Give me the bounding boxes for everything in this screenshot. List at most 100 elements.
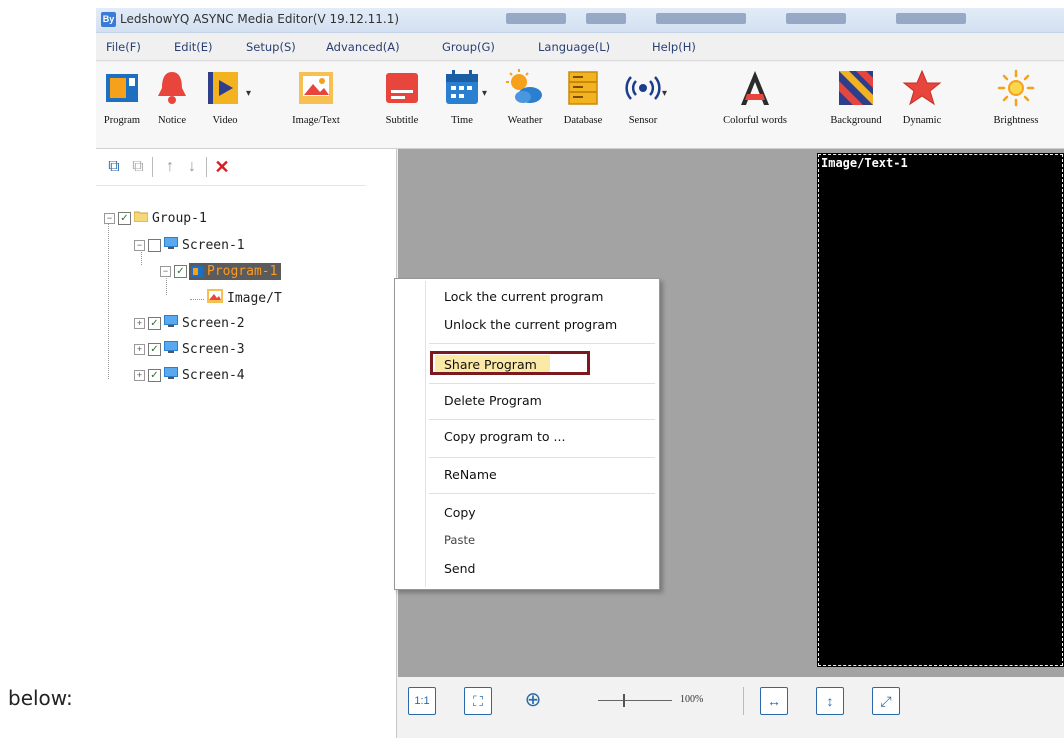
selected-program-highlight: Program-1 [189,263,282,280]
toolbar-background-button[interactable]: Background [824,68,888,126]
toolbar-video-button[interactable]: ▾ Video [200,68,251,126]
app-logo-icon: By [101,12,116,27]
menu-icon-gutter [425,281,426,587]
menu-edit[interactable]: Edit(E) [174,40,213,54]
menu-help[interactable]: Help(H) [652,40,696,54]
main-toolbar: Program Notice ▾ Video Image/Text Subtit… [96,62,1064,149]
blurred-title-area [786,13,846,24]
toolbar-weather-button[interactable]: Weather [500,68,550,126]
menu-separator [429,343,655,344]
tree-node-screen-1[interactable]: − Screen-1 [134,237,245,257]
tree-node-group[interactable]: − ✓ Group-1 [104,211,207,231]
expand-toggle[interactable]: + [134,317,145,329]
tree-toolbar: ⧉ ⧉ ↑ ↓ ✕ [96,149,366,186]
time-dropdown-arrow[interactable]: ▾ [482,88,487,99]
menu-item-paste[interactable]: Paste [444,533,475,547]
database-icon [568,71,598,105]
program-icon [191,266,203,277]
fullscreen-icon[interactable]: ⤢ [872,687,900,715]
toolbar-colorful-words-button[interactable]: Colorful words [720,68,790,126]
colorful-words-icon [741,71,769,105]
screen-4-checkbox[interactable]: ✓ [148,368,161,382]
move-down-icon[interactable]: ↓ [182,157,202,177]
toolbar-image-text-button[interactable]: Image/Text [286,68,346,126]
expand-toggle[interactable]: + [134,343,145,355]
collapse-toggle[interactable]: − [160,266,171,277]
zoom-slider-thumb[interactable] [623,694,625,707]
toolbar-dynamic-label: Dynamic [902,115,942,126]
menu-item-delete-program[interactable]: Delete Program [444,393,542,408]
blurred-title-area [656,13,746,24]
move-up-icon[interactable]: ↑ [160,157,180,177]
menu-item-lock-program[interactable]: Lock the current program [444,289,603,304]
fit-height-icon[interactable]: ↕ [816,687,844,715]
tree-node-screen-3[interactable]: + ✓ Screen-3 [134,341,245,361]
zoom-toolbar: 1:1 ⛶ ⊕ 100% ↔ ↕ ⤢ [398,677,1064,738]
video-dropdown-arrow[interactable]: ▾ [246,88,251,99]
fit-screen-icon[interactable]: ⛶ [464,687,492,715]
toolbar-time-button[interactable]: ▾ Time [436,68,488,126]
program-1-checkbox[interactable]: ✓ [174,265,187,278]
toolbar-video-label: Video [212,115,238,126]
video-icon [208,72,238,104]
tree-connector [190,299,204,300]
weather-icon [506,69,542,103]
delete-icon[interactable]: ✕ [212,157,232,177]
menu-language[interactable]: Language(L) [538,40,610,54]
document-top-text [0,0,1064,8]
preview-area-label: Image/Text-1 [821,156,908,170]
window-title: LedshowYQ ASYNC Media Editor(V 19.12.11.… [120,12,400,26]
copy-icon[interactable]: ⧉ [104,157,124,177]
menu-item-rename[interactable]: ReName [444,467,497,482]
screen-3-checkbox[interactable]: ✓ [148,342,161,356]
toolbar-divider [743,687,744,715]
menu-item-copy-program-to[interactable]: Copy program to ... [444,429,565,444]
menu-item-unlock-program[interactable]: Unlock the current program [444,317,617,332]
menu-group[interactable]: Group(G) [442,40,495,54]
star-icon [902,69,942,106]
menu-file[interactable]: File(F) [106,40,141,54]
toolbar-brightness-label: Brightness [993,115,1039,126]
tree-node-screen-2[interactable]: + ✓ Screen-2 [134,315,245,335]
collapse-toggle[interactable]: − [104,213,115,224]
screen-icon [164,237,178,253]
toolbar-database-button[interactable]: Database [558,68,608,126]
toolbar-notice-button[interactable]: Notice [152,68,192,126]
menu-item-copy[interactable]: Copy [444,505,476,520]
zoom-slider-track[interactable] [598,700,672,701]
sensor-dropdown-arrow[interactable]: ▾ [662,88,667,99]
menu-advanced[interactable]: Advanced(A) [326,40,400,54]
group-checkbox[interactable]: ✓ [118,212,131,225]
subtitle-icon [386,73,418,103]
paste-icon[interactable]: ⧉ [128,157,148,177]
title-bar[interactable]: By LedshowYQ ASYNC Media Editor(V 19.12.… [96,8,1064,33]
toolbar-brightness-button[interactable]: Brightness [986,68,1046,126]
collapse-toggle[interactable]: − [134,239,145,251]
fit-width-icon[interactable]: ↔ [760,687,788,715]
actual-size-icon[interactable]: 1:1 [408,687,436,715]
led-preview-area[interactable]: Image/Text-1 [817,153,1064,667]
expand-toggle[interactable]: + [134,369,145,381]
toolbar-database-label: Database [563,115,603,126]
menu-setup[interactable]: Setup(S) [246,40,296,54]
tree-node-image-text[interactable]: Image/T [204,289,282,309]
image-text-icon [299,72,333,104]
toolbar-sensor-button[interactable]: ▾ Sensor [618,68,668,126]
menu-separator [429,383,655,384]
zoom-in-icon[interactable]: ⊕ [520,687,546,713]
menu-bar: File(F) Edit(E) Setup(S) Advanced(A) Gro… [96,34,1064,61]
tree-screen-1-label: Screen-1 [182,237,245,253]
screen-1-checkbox[interactable] [148,238,161,252]
menu-item-send[interactable]: Send [444,561,475,576]
sensor-icon [625,76,661,100]
toolbar-dynamic-button[interactable]: Dynamic [898,68,946,126]
screen-2-checkbox[interactable]: ✓ [148,316,161,330]
program-tree-panel: ⧉ ⧉ ↑ ↓ ✕ − ✓ Group-1 − Screen-1 − ✓ Program-… [96,149,397,738]
toolbar-program-button[interactable]: Program [100,68,144,126]
tree-node-screen-4[interactable]: + ✓ Screen-4 [134,367,245,387]
menu-separator [429,419,655,420]
menu-item-share-program[interactable]: Share Program [444,357,537,372]
toolbar-time-label: Time [451,115,473,126]
toolbar-subtitle-button[interactable]: Subtitle [380,68,424,126]
tree-node-program-1[interactable]: − ✓ Program-1 [160,263,282,283]
